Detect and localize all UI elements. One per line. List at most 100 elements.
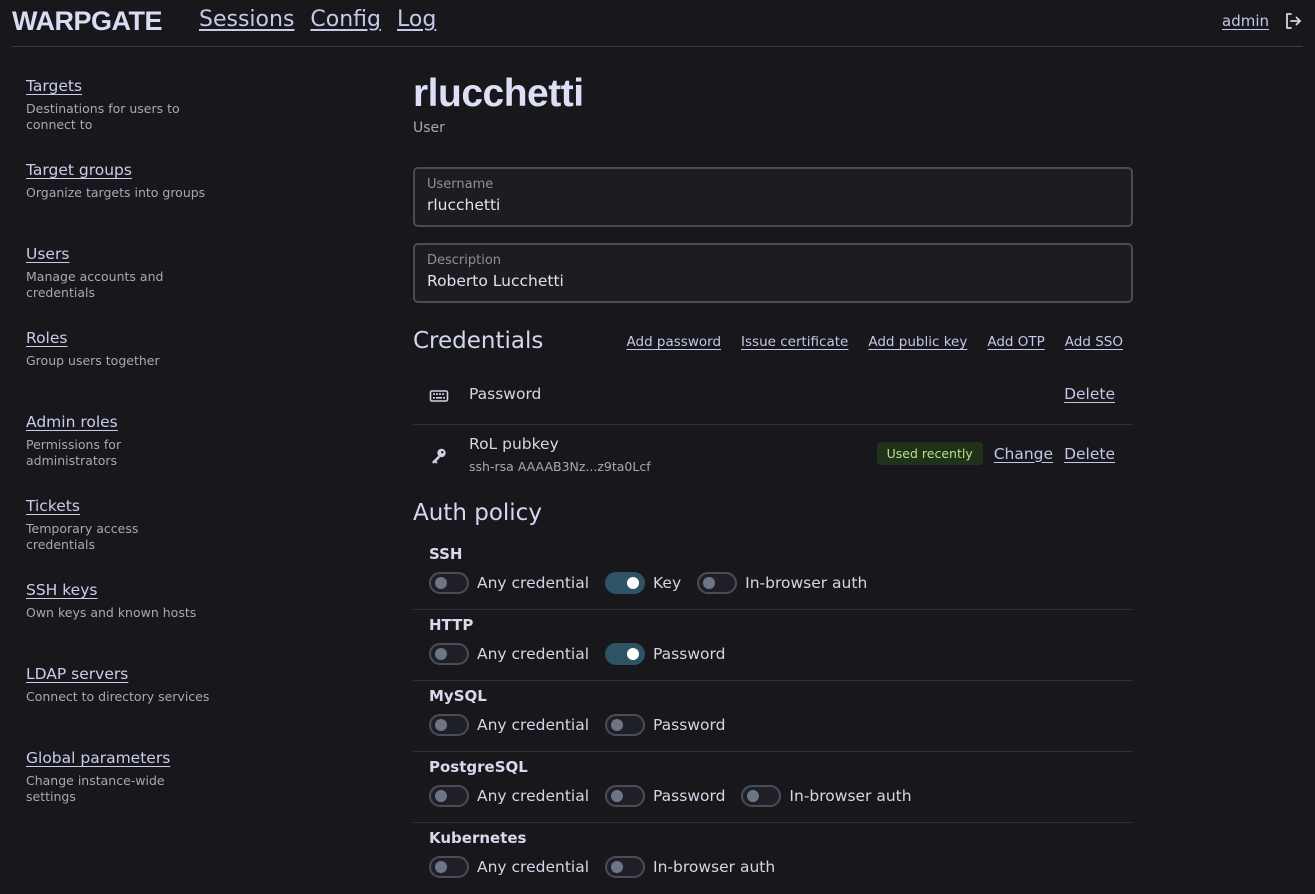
toggle-label: In-browser auth	[789, 787, 912, 805]
toggle-switch[interactable]	[429, 714, 469, 736]
sidebar-desc-roles: Group users together	[26, 353, 160, 368]
username-link[interactable]: admin	[1222, 12, 1269, 30]
username-input[interactable]	[427, 196, 1117, 214]
policy-toggles: Any credential In-browser auth	[429, 856, 791, 878]
toggle-label: Password	[653, 645, 726, 663]
warpgate-logo[interactable]: WARPGATE	[12, 6, 163, 37]
toggle-switch[interactable]	[605, 856, 646, 878]
issue-certificate-link[interactable]: Issue certificate	[741, 334, 848, 350]
toggle-any-credential[interactable]: Any credential	[429, 714, 589, 736]
policy-mysql: MySQL Any credential Password	[413, 681, 1133, 752]
toggle-switch[interactable]	[605, 643, 646, 665]
toggle-switch[interactable]	[429, 572, 469, 594]
sidebar-item-roles: Roles Group users together	[26, 328, 211, 412]
sidebar-link-ssh-keys[interactable]: SSH keys	[26, 581, 97, 599]
sidebar-desc-admin-roles: Permissions for administrators	[26, 437, 122, 468]
sidebar-desc-users: Manage accounts and credentials	[26, 269, 164, 300]
sidebar-desc-tickets: Temporary access credentials	[26, 521, 139, 552]
username-field[interactable]: Username	[413, 167, 1133, 227]
credential-name: RoL pubkey	[469, 435, 559, 453]
toggle-label: Password	[653, 716, 726, 734]
sidebar-link-users[interactable]: Users	[26, 245, 69, 263]
toggle-label: Any credential	[477, 645, 590, 663]
policy-kubernetes: Kubernetes Any credential In-browser aut…	[413, 823, 1133, 894]
nav-config[interactable]: Config	[310, 7, 381, 32]
toggle-switch[interactable]	[429, 856, 469, 878]
add-password-link[interactable]: Add password	[627, 334, 722, 350]
delete-key-link[interactable]: Delete	[1064, 445, 1115, 463]
logout-icon[interactable]	[1283, 11, 1303, 31]
credentials-header: Credentials Add password Issue certifica…	[413, 328, 1133, 358]
sidebar-link-targets[interactable]: Targets	[26, 77, 82, 95]
sidebar-item-tickets: Tickets Temporary access credentials	[26, 496, 211, 580]
policy-title: Kubernetes	[429, 829, 527, 847]
add-public-key-link[interactable]: Add public key	[868, 334, 967, 350]
toggle-label: Password	[653, 787, 726, 805]
policy-title: HTTP	[429, 616, 474, 634]
toggle-key[interactable]: Key	[605, 572, 681, 594]
sidebar: Targets Destinations for users to connec…	[26, 76, 211, 832]
main-content: rlucchetti User Username Description Cre…	[413, 72, 1133, 878]
add-otp-link[interactable]: Add OTP	[987, 334, 1044, 350]
toggle-switch[interactable]	[741, 785, 782, 807]
toggle-label: In-browser auth	[653, 858, 776, 876]
description-label: Description	[427, 253, 502, 268]
credential-name: Password	[469, 385, 542, 403]
toggle-in-browser-auth[interactable]: In-browser auth	[697, 572, 867, 594]
sidebar-desc-ssh-keys: Own keys and known hosts	[26, 605, 197, 620]
sidebar-item-ssh-keys: SSH keys Own keys and known hosts	[26, 580, 211, 664]
username-label: Username	[427, 177, 494, 192]
delete-password-link[interactable]: Delete	[1064, 385, 1115, 403]
auth-policy-title: Auth policy	[413, 500, 542, 526]
sidebar-item-global-parameters: Global parameters Change instance-wide s…	[26, 748, 211, 832]
description-input[interactable]	[427, 272, 1117, 290]
toggle-password[interactable]: Password	[605, 643, 725, 665]
top-header: WARPGATE Sessions Config Log admin	[12, 0, 1303, 47]
sidebar-link-tickets[interactable]: Tickets	[26, 497, 80, 515]
toggle-password[interactable]: Password	[605, 714, 725, 736]
add-sso-link[interactable]: Add SSO	[1065, 334, 1123, 350]
toggle-in-browser-auth[interactable]: In-browser auth	[605, 856, 775, 878]
toggle-switch[interactable]	[605, 785, 646, 807]
toggle-password[interactable]: Password	[605, 785, 725, 807]
toggle-switch[interactable]	[605, 572, 646, 594]
description-field[interactable]: Description	[413, 243, 1133, 303]
page-title: rlucchetti	[413, 72, 584, 115]
sidebar-link-admin-roles[interactable]: Admin roles	[26, 413, 118, 431]
sidebar-item-targets: Targets Destinations for users to connec…	[26, 76, 211, 160]
toggle-switch[interactable]	[697, 572, 738, 594]
page-subtitle: User	[413, 120, 445, 136]
nav-log[interactable]: Log	[397, 7, 436, 32]
credential-row-public-key: RoL pubkey ssh-rsa AAAAB3Nz...z9ta0Lcf U…	[413, 425, 1133, 487]
sidebar-desc-global-parameters: Change instance-wide settings	[26, 773, 165, 804]
toggle-any-credential[interactable]: Any credential	[429, 643, 589, 665]
toggle-any-credential[interactable]: Any credential	[429, 856, 589, 878]
toggle-label: Any credential	[477, 716, 590, 734]
policy-toggles: Any credential Password	[429, 714, 741, 736]
sidebar-item-admin-roles: Admin roles Permissions for administrato…	[26, 412, 211, 496]
key-icon	[429, 446, 449, 466]
toggle-in-browser-auth[interactable]: In-browser auth	[741, 785, 912, 807]
toggle-switch[interactable]	[429, 785, 469, 807]
policy-title: MySQL	[429, 687, 487, 705]
toggle-label: Key	[653, 574, 682, 592]
toggle-any-credential[interactable]: Any credential	[429, 785, 589, 807]
policy-toggles: Any credential Password	[429, 643, 741, 665]
sidebar-link-roles[interactable]: Roles	[26, 329, 67, 347]
policy-ssh: SSH Any credential Key In-browser auth	[413, 539, 1133, 610]
sidebar-link-target-groups[interactable]: Target groups	[26, 161, 132, 179]
keyboard-icon	[429, 386, 449, 406]
toggle-any-credential[interactable]: Any credential	[429, 572, 589, 594]
policy-postgresql: PostgreSQL Any credential Password In-br…	[413, 752, 1133, 823]
sidebar-link-global-parameters[interactable]: Global parameters	[26, 749, 170, 767]
toggle-switch[interactable]	[429, 643, 469, 665]
sidebar-link-ldap-servers[interactable]: LDAP servers	[26, 665, 128, 683]
nav-sessions[interactable]: Sessions	[199, 7, 294, 32]
toggle-switch[interactable]	[605, 714, 646, 736]
user-area: admin	[1222, 11, 1303, 31]
sidebar-desc-ldap-servers: Connect to directory services	[26, 689, 210, 704]
sidebar-desc-targets: Destinations for users to connect to	[26, 101, 180, 132]
change-key-link[interactable]: Change	[994, 445, 1053, 463]
policy-title: PostgreSQL	[429, 758, 528, 776]
policy-toggles: Any credential Key In-browser auth	[429, 572, 883, 594]
